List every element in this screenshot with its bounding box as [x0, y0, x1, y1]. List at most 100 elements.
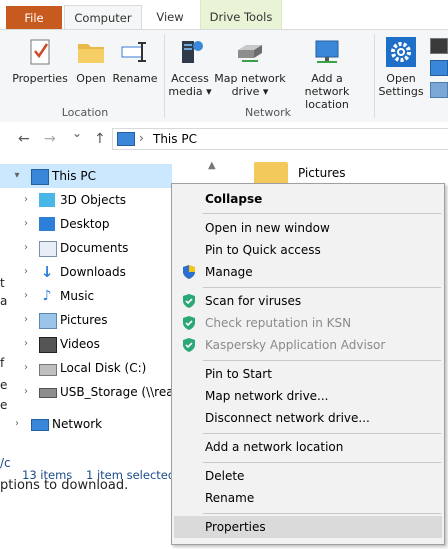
menu-separator [203, 433, 441, 434]
tree-item-local-disk[interactable]: › Local Disk (C:) [0, 356, 172, 380]
tree-item-this-pc[interactable]: ▾ This PC [0, 164, 172, 188]
map-network-drive-line2: drive ▾ [231, 85, 269, 98]
network-drive-icon [39, 388, 57, 398]
tree-label: Pictures [60, 313, 108, 327]
open-settings-line2: Settings [378, 85, 424, 98]
menu-label: Pin to Start [205, 367, 272, 381]
menu-separator [203, 213, 441, 214]
tree-item-network[interactable]: › Network [0, 412, 172, 436]
chevron-right-icon[interactable]: › [21, 332, 31, 356]
menu-item-collapse[interactable]: Collapse [174, 188, 442, 210]
menu-label: Delete [205, 469, 245, 483]
chevron-right-icon[interactable]: › [21, 356, 31, 380]
manage-icon[interactable] [430, 82, 448, 98]
tree-item-pictures[interactable]: › Pictures [0, 308, 172, 332]
tab-file[interactable]: File [6, 6, 62, 29]
menu-label: Disconnect network drive... [205, 411, 370, 425]
drive-icon [39, 364, 57, 376]
network-group-label: Network [245, 106, 291, 119]
menu-label: Rename [205, 491, 255, 505]
menu-item-properties[interactable]: Properties [174, 516, 442, 538]
tree-label: Network [52, 417, 103, 431]
system-properties-icon[interactable] [430, 60, 448, 76]
map-network-drive-line1: Map network [214, 72, 286, 85]
tree-label: Local Disk (C:) [60, 361, 147, 375]
network-icon [31, 419, 49, 431]
menu-item-disconnect-network-drive[interactable]: Disconnect network drive... [174, 407, 442, 429]
menu-label: Add a network location [205, 440, 344, 454]
back-button[interactable]: ← [18, 131, 30, 147]
tree-item-downloads[interactable]: › ↓ Downloads [0, 260, 172, 284]
add-network-location-line1: Add a network [304, 72, 350, 98]
menu-label: Open in new window [205, 221, 330, 235]
tree-item-videos[interactable]: › Videos [0, 332, 172, 356]
menu-label: Kaspersky Application Advisor [205, 338, 386, 352]
ribbon-separator [164, 34, 165, 118]
context-menu: Collapse Open in new window Pin to Quick… [171, 183, 445, 545]
download-icon: ↓ [40, 263, 54, 281]
monitor-icon [117, 132, 135, 146]
tab-drive-tools[interactable]: Drive Tools [200, 0, 282, 29]
chevron-right-icon[interactable]: › [21, 188, 31, 212]
rename-label: Rename [112, 72, 158, 85]
tree-item-3d-objects[interactable]: › 3D Objects [0, 188, 172, 212]
properties-label: Properties [12, 72, 68, 85]
background-text: ptions to download. [0, 478, 129, 493]
tree-item-music[interactable]: › ♪ Music [0, 284, 172, 308]
tree-label: Music [60, 289, 95, 303]
recent-locations-dropdown[interactable]: ⌄ [72, 126, 82, 140]
tree-item-desktop[interactable]: › Desktop [0, 212, 172, 236]
ribbon-tabs: File Computer View Drive Tools [0, 0, 448, 30]
chevron-right-icon[interactable]: › [21, 236, 31, 260]
menu-label: Manage [205, 265, 253, 279]
content-item-pictures[interactable]: Pictures [298, 166, 346, 180]
chevron-down-icon[interactable]: ▾ [12, 164, 22, 188]
tab-view[interactable]: View [142, 5, 198, 29]
menu-item-delete[interactable]: Delete [174, 465, 442, 487]
kaspersky-shield-icon [183, 294, 195, 308]
tree-label: This PC [52, 169, 96, 183]
up-button[interactable]: ↑ [94, 131, 106, 147]
chevron-right-icon[interactable]: › [21, 260, 31, 284]
add-network-location-button[interactable]: Add a network location [288, 34, 366, 111]
open-button[interactable]: Open [72, 34, 110, 85]
menu-item-check-reputation: Check reputation in KSN [174, 312, 442, 334]
properties-button[interactable]: Properties [12, 34, 68, 85]
map-network-drive-button[interactable]: Map network drive ▾ [214, 34, 286, 98]
menu-item-pin-quick-access[interactable]: Pin to Quick access [174, 239, 442, 261]
forward-button[interactable]: → [44, 131, 56, 147]
menu-item-map-network-drive[interactable]: Map network drive... [174, 385, 442, 407]
tree-item-usb-storage[interactable]: › USB_Storage (\\ready [0, 380, 172, 404]
open-settings-button[interactable]: Open Settings [378, 34, 424, 98]
chevron-right-icon[interactable]: › [21, 308, 31, 332]
chevron-right-icon[interactable]: › [21, 380, 31, 404]
cube-icon [39, 193, 55, 207]
menu-item-pin-start[interactable]: Pin to Start [174, 363, 442, 385]
open-settings-line1: Open [386, 72, 416, 85]
menu-item-rename[interactable]: Rename [174, 487, 442, 509]
rename-button[interactable]: Rename [112, 34, 158, 85]
tree-label: Documents [60, 241, 129, 255]
chevron-right-icon[interactable]: › [12, 412, 22, 436]
scroll-up-arrow[interactable]: ▲ [208, 160, 216, 171]
menu-item-open-new-window[interactable]: Open in new window [174, 217, 442, 239]
menu-separator [203, 462, 441, 463]
ribbon: Properties Open Rename Location Access m… [0, 29, 448, 123]
menu-item-scan-viruses[interactable]: Scan for viruses [174, 290, 442, 312]
network-location-icon [311, 36, 343, 68]
uninstall-icon[interactable] [430, 38, 448, 54]
tree-item-documents[interactable]: › Documents [0, 236, 172, 260]
access-media-button[interactable]: Access media ▾ [168, 34, 212, 98]
tab-computer[interactable]: Computer [64, 5, 142, 30]
chevron-right-icon[interactable]: › [21, 284, 31, 308]
tree-label: 3D Objects [60, 193, 127, 207]
menu-item-add-network-location[interactable]: Add a network location [174, 436, 442, 458]
breadcrumb[interactable]: › This PC [112, 128, 448, 150]
properties-icon [24, 36, 56, 68]
ribbon-separator [374, 34, 375, 118]
menu-item-manage[interactable]: Manage [174, 261, 442, 283]
chevron-right-icon[interactable]: › [21, 212, 31, 236]
kaspersky-shield-icon [183, 338, 195, 352]
media-server-icon [174, 36, 206, 68]
breadcrumb-this-pc[interactable]: This PC [153, 132, 197, 146]
